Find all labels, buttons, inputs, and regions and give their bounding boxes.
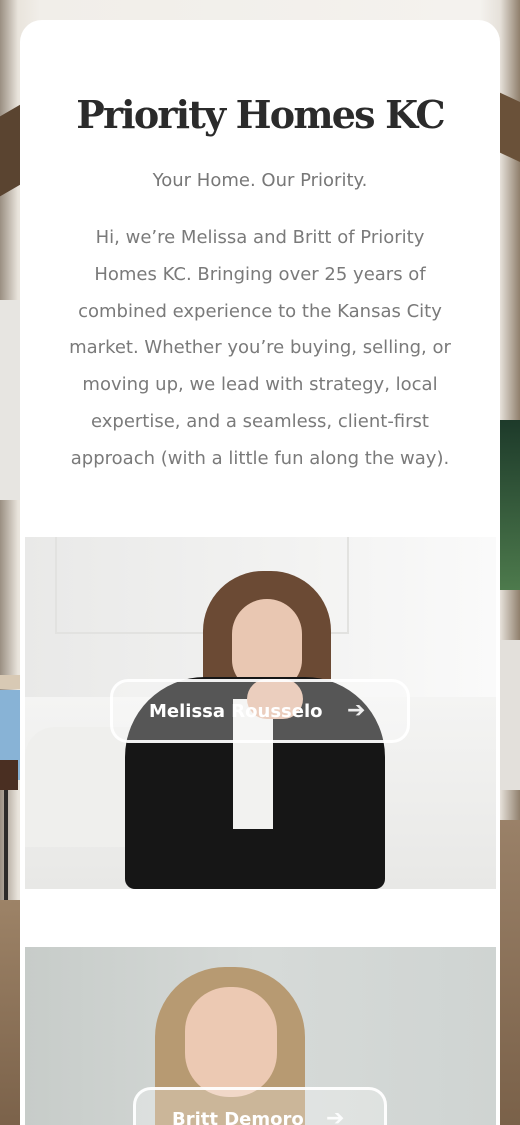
arrow-right-icon: ➔ (347, 698, 366, 723)
background-stool (0, 760, 18, 790)
agent-face (185, 987, 277, 1097)
agent-name: Britt Demoro (172, 1109, 304, 1125)
ceiling-beam (0, 103, 22, 197)
tagline: Your Home. Our Priority. (152, 170, 368, 191)
page-title: Priority Homes KC (76, 92, 445, 137)
background-floor (498, 820, 520, 1125)
background-window (500, 420, 520, 590)
arrow-right-icon: ➔ (326, 1106, 345, 1125)
background-cabinet (500, 640, 520, 790)
background-floor (0, 900, 22, 1125)
profile-card: Priority Homes KC Your Home. Our Priorit… (20, 20, 500, 1125)
background-wall (0, 300, 22, 500)
agent-button-melissa[interactable]: Melissa Rousselo ➔ (110, 679, 410, 743)
background-counter-top (0, 675, 22, 689)
intro-text: Hi, we’re Melissa and Britt of Priority … (69, 227, 451, 469)
agent-button-britt[interactable]: Britt Demoro ➔ (133, 1087, 387, 1125)
agent-name: Melissa Rousselo (149, 701, 323, 722)
